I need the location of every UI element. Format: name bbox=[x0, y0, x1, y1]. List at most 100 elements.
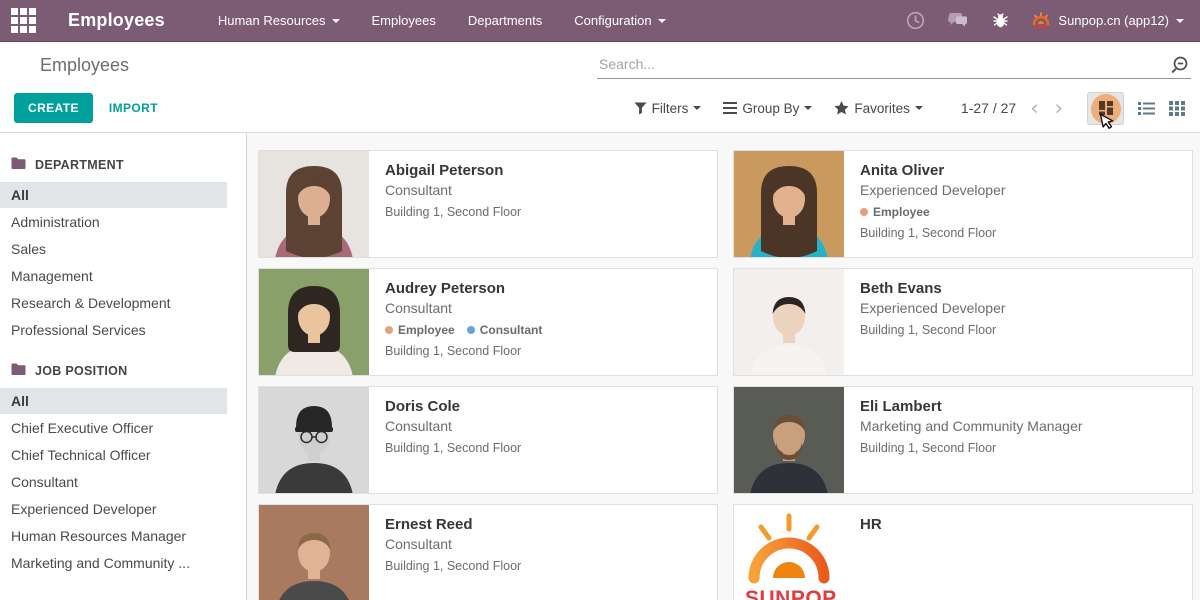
mouse-cursor-icon bbox=[1100, 112, 1115, 131]
employee-photo bbox=[734, 387, 844, 493]
apps-grid-icon bbox=[11, 8, 36, 33]
bug-icon bbox=[991, 11, 1010, 30]
sidebar-item-professional-services[interactable]: Professional Services bbox=[0, 317, 227, 343]
debug-button[interactable] bbox=[980, 0, 1021, 41]
sidebar-item-administration[interactable]: Administration bbox=[0, 209, 227, 235]
apps-menu-button[interactable] bbox=[0, 0, 46, 41]
employee-job-title: Consultant bbox=[385, 182, 521, 198]
employee-name: Anita Oliver bbox=[860, 162, 1006, 179]
sidebar-item-chief-executive-officer[interactable]: Chief Executive Officer bbox=[0, 415, 227, 441]
view-switcher bbox=[1087, 92, 1185, 125]
sidebar-item-marketing-and-community-[interactable]: Marketing and Community ... bbox=[0, 550, 227, 576]
sidebar-item-chief-technical-officer[interactable]: Chief Technical Officer bbox=[0, 442, 227, 468]
pager-prev-button[interactable]: ‹ bbox=[1028, 98, 1040, 119]
sidebar-section-header: DEPARTMENT bbox=[0, 151, 246, 182]
employee-card[interactable]: SUNPOPHR bbox=[733, 504, 1193, 600]
chevron-down-icon bbox=[1176, 19, 1184, 23]
nav-menu: Human Resources Employees Departments Confi… bbox=[205, 0, 679, 41]
chevron-down-icon bbox=[693, 106, 701, 110]
employee-name: Eli Lambert bbox=[860, 398, 1083, 415]
employee-job-title: Consultant bbox=[385, 300, 542, 316]
messages-button[interactable] bbox=[936, 0, 980, 41]
employee-tag: Consultant bbox=[467, 323, 543, 337]
sidebar-item-human-resources-manager[interactable]: Human Resources Manager bbox=[0, 523, 227, 549]
nav-menu-item-configuration[interactable]: Configuration bbox=[561, 0, 678, 41]
employee-location: Building 1, Second Floor bbox=[860, 441, 1083, 455]
employee-location: Building 1, Second Floor bbox=[385, 344, 542, 358]
employee-job-title: Consultant bbox=[385, 536, 521, 552]
nav-menu-item-employees[interactable]: Employees bbox=[359, 0, 449, 41]
navbar-right: Sunpop.cn (app12) bbox=[895, 0, 1200, 41]
kanban-view-button[interactable] bbox=[1087, 92, 1124, 125]
employee-name: Beth Evans bbox=[860, 280, 1006, 297]
employee-tags: Employee bbox=[860, 205, 1006, 219]
employee-location: Building 1, Second Floor bbox=[860, 323, 1006, 337]
sidebar-item-consultant[interactable]: Consultant bbox=[0, 469, 227, 495]
nav-menu-item-label: Departments bbox=[468, 13, 542, 28]
employee-card[interactable]: Doris ColeConsultantBuilding 1, Second F… bbox=[258, 386, 718, 494]
employee-card[interactable]: Eli Lambert Marketing and Community Manag… bbox=[733, 386, 1193, 494]
favorites-label: Favorites bbox=[854, 101, 910, 116]
sidebar-item-management[interactable]: Management bbox=[0, 263, 227, 289]
chevron-down-icon bbox=[915, 106, 923, 110]
employee-job-title: Experienced Developer bbox=[860, 300, 1006, 316]
filters-dropdown[interactable]: Filters bbox=[628, 97, 708, 120]
employee-name: Audrey Peterson bbox=[385, 280, 542, 297]
folder-icon bbox=[11, 157, 26, 173]
nav-menu-item-departments[interactable]: Departments bbox=[455, 0, 555, 41]
employee-info: Anita Oliver Experienced Developer Employe… bbox=[844, 151, 1022, 257]
sunpop-logo-icon bbox=[1031, 12, 1051, 30]
company-logo: SUNPOP bbox=[734, 505, 844, 600]
chat-icon bbox=[947, 12, 969, 30]
employee-name: Abigail Peterson bbox=[385, 162, 521, 179]
employee-job-title: Experienced Developer bbox=[860, 182, 1006, 198]
employee-tags: Employee Consultant bbox=[385, 323, 542, 337]
employee-location: Building 1, Second Floor bbox=[860, 226, 1006, 240]
star-icon bbox=[834, 101, 849, 115]
chevron-down-icon bbox=[658, 19, 666, 23]
sidebar-item-research-development[interactable]: Research & Development bbox=[0, 290, 227, 316]
create-button[interactable]: CREATE bbox=[14, 93, 93, 123]
employee-info: Ernest ReedConsultantBuilding 1, Second … bbox=[369, 505, 537, 600]
employee-job-title: Marketing and Community Manager bbox=[860, 418, 1083, 434]
grid-view-button[interactable] bbox=[1169, 101, 1185, 116]
employee-job-title: Consultant bbox=[385, 418, 521, 434]
pager: 1-27 / 27 ‹ › bbox=[961, 98, 1065, 119]
search-input[interactable] bbox=[597, 52, 1191, 79]
search-icon[interactable] bbox=[1169, 55, 1189, 75]
favorites-dropdown[interactable]: Favorites bbox=[828, 97, 929, 120]
breadcrumb: Employees bbox=[40, 55, 129, 76]
group-by-label: Group By bbox=[742, 101, 799, 116]
kanban-content: Abigail Peterson Consultant Building 1, Se… bbox=[247, 133, 1200, 600]
nav-menu-item-label: Employees bbox=[372, 13, 436, 28]
employee-photo bbox=[734, 269, 844, 375]
employee-info: HR bbox=[844, 505, 898, 600]
employee-card[interactable]: Ernest ReedConsultantBuilding 1, Second … bbox=[258, 504, 718, 600]
employee-card[interactable]: Anita Oliver Experienced Developer Employe… bbox=[733, 150, 1193, 258]
pager-next-button[interactable]: › bbox=[1053, 98, 1065, 119]
employee-tag: Employee bbox=[385, 323, 455, 337]
employee-card[interactable]: Beth Evans Experienced Developer Building … bbox=[733, 268, 1193, 376]
tag-label: Consultant bbox=[480, 323, 543, 337]
employee-photo bbox=[259, 151, 369, 257]
clock-icon bbox=[906, 11, 925, 30]
sidebar-item-all[interactable]: All bbox=[0, 182, 227, 208]
list-view-icon bbox=[1138, 101, 1155, 116]
tag-color-dot bbox=[385, 326, 393, 334]
tag-label: Employee bbox=[873, 205, 930, 219]
list-view-button[interactable] bbox=[1138, 101, 1155, 116]
sidebar-section-title: JOB POSITION bbox=[35, 364, 128, 378]
group-by-dropdown[interactable]: Group By bbox=[717, 97, 818, 120]
filter-sidebar: DEPARTMENTAllAdministrationSalesManageme… bbox=[0, 133, 247, 600]
employee-card[interactable]: Audrey Peterson Consultant Employee Consult… bbox=[258, 268, 718, 376]
activities-button[interactable] bbox=[895, 0, 936, 41]
sidebar-item-all[interactable]: All bbox=[0, 388, 227, 414]
sidebar-item-sales[interactable]: Sales bbox=[0, 236, 227, 262]
employee-location: Building 1, Second Floor bbox=[385, 559, 521, 573]
nav-menu-item-human-resources[interactable]: Human Resources bbox=[205, 0, 353, 41]
employee-card[interactable]: Abigail PetersonConsultantBuilding 1, Se… bbox=[258, 150, 718, 258]
user-menu[interactable]: Sunpop.cn (app12) bbox=[1021, 0, 1200, 41]
employee-info: Eli Lambert Marketing and Community Manag… bbox=[844, 387, 1099, 493]
sidebar-item-experienced-developer[interactable]: Experienced Developer bbox=[0, 496, 227, 522]
import-button[interactable]: IMPORT bbox=[109, 101, 158, 115]
